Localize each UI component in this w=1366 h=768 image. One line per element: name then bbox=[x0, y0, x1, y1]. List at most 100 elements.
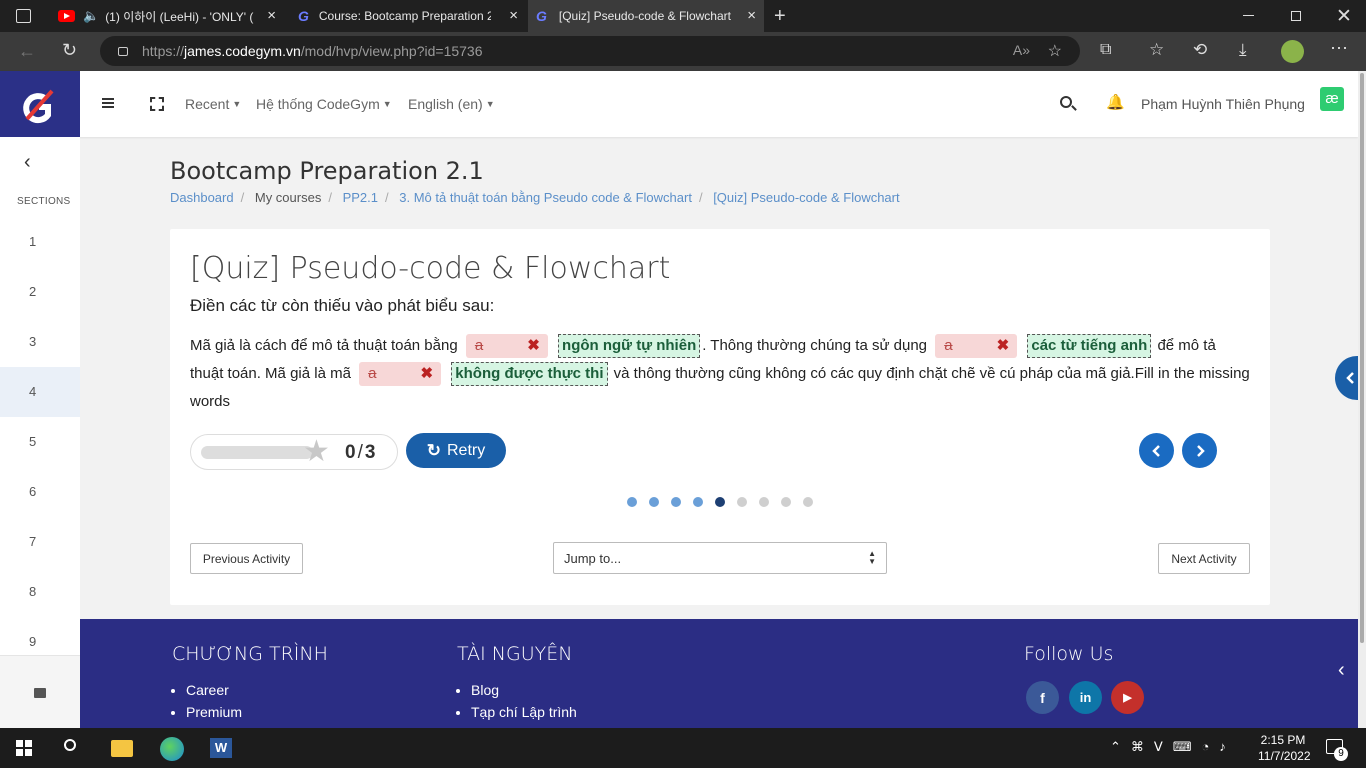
scrollbar[interactable] bbox=[1358, 71, 1366, 728]
footer-link[interactable]: Premium bbox=[186, 701, 242, 723]
fullscreen-icon[interactable] bbox=[150, 97, 164, 111]
read-aloud-icon[interactable]: A» bbox=[1013, 42, 1030, 58]
slide-dot[interactable] bbox=[737, 497, 747, 507]
slide-dot[interactable] bbox=[803, 497, 813, 507]
youtube-icon bbox=[58, 10, 75, 22]
wrong-answer-blank[interactable]: a ✖ bbox=[359, 362, 442, 387]
retry-button[interactable]: ↻ Retry bbox=[406, 433, 506, 468]
nav-language[interactable]: English (en) ▼ bbox=[408, 71, 495, 137]
breadcrumb-section[interactable]: 3. Mô tả thuật toán bằng Pseudo code & F… bbox=[399, 190, 692, 205]
collapse-sidebar-icon[interactable]: ‹ bbox=[24, 151, 31, 174]
edge-browser-icon[interactable] bbox=[160, 737, 184, 761]
codegym-logo[interactable] bbox=[0, 71, 80, 137]
close-window-icon[interactable]: ✕ bbox=[1336, 5, 1352, 28]
hamburger-icon[interactable] bbox=[102, 98, 114, 108]
footer-link[interactable]: Blog bbox=[471, 679, 577, 701]
search-icon[interactable] bbox=[1060, 96, 1077, 111]
history-icon[interactable]: ⟲ bbox=[1193, 40, 1207, 60]
search-icon[interactable] bbox=[64, 739, 76, 751]
slide-dot[interactable] bbox=[649, 497, 659, 507]
wrong-answer-blank[interactable]: a ✖ bbox=[465, 334, 548, 359]
notification-bell-icon[interactable]: 🔔 bbox=[1106, 93, 1125, 111]
user-name[interactable]: Phạm Huỳnh Thiên Phụng bbox=[1141, 71, 1305, 137]
profile-avatar[interactable] bbox=[1281, 40, 1304, 63]
score-progress-track bbox=[201, 446, 313, 459]
more-icon[interactable]: ⋯ bbox=[1330, 38, 1348, 59]
tab-actions-icon[interactable] bbox=[16, 9, 31, 23]
footer-programs-title: CHƯƠNG TRÌNH bbox=[172, 643, 328, 665]
slide-dot[interactable] bbox=[627, 497, 637, 507]
footer-drawer-toggle-icon[interactable]: ‹ bbox=[1338, 659, 1345, 682]
clock[interactable]: 2:15 PM 11/7/2022 bbox=[1258, 732, 1311, 764]
section-item[interactable]: 1 bbox=[0, 217, 80, 267]
slide-dot[interactable] bbox=[781, 497, 791, 507]
site-footer: CHƯƠNG TRÌNH Career Premium TÀI NGUYÊN B… bbox=[80, 619, 1360, 728]
lock-icon bbox=[118, 46, 128, 56]
favorite-icon[interactable]: ☆ bbox=[1048, 41, 1062, 61]
section-item[interactable]: 8 bbox=[0, 567, 80, 617]
footer-link[interactable]: Tạp chí Lập trình bbox=[471, 701, 577, 723]
archive-icon[interactable] bbox=[0, 655, 80, 728]
refresh-icon[interactable]: ↻ bbox=[62, 40, 77, 61]
section-item[interactable]: 2 bbox=[0, 267, 80, 317]
browser-tab-youtube[interactable]: 🔈 (1) 이하이 (LeeHi) - 'ONLY' ( × bbox=[46, 0, 284, 32]
section-item[interactable]: 7 bbox=[0, 517, 80, 567]
wrong-cross-icon: ✖ bbox=[420, 365, 434, 383]
youtube-icon[interactable]: ▶ bbox=[1111, 681, 1144, 714]
breadcrumb-activity[interactable]: [Quiz] Pseudo-code & Flowchart bbox=[713, 190, 899, 205]
next-slide-button[interactable] bbox=[1182, 433, 1217, 468]
breadcrumb-course[interactable]: PP2.1 bbox=[343, 190, 378, 205]
select-arrows-icon: ▲ ▼ bbox=[868, 549, 876, 566]
jump-to-select[interactable]: Jump to... ▲ ▼ bbox=[553, 542, 887, 574]
slide-dot-current[interactable] bbox=[715, 497, 725, 507]
linkedin-icon[interactable]: in bbox=[1069, 681, 1102, 714]
tab-title: (1) 이하이 (LeeHi) - 'ONLY' ( bbox=[105, 9, 254, 24]
close-tab-icon[interactable]: × bbox=[267, 8, 276, 24]
favorites-icon[interactable]: ☆ bbox=[1149, 40, 1164, 60]
wrong-answer-blank[interactable]: a ✖ bbox=[935, 334, 1018, 359]
score-text: 0/3 bbox=[345, 442, 375, 464]
extensions-icon[interactable]: ⧉ bbox=[1100, 41, 1111, 59]
correct-answer: ngôn ngữ tự nhiên bbox=[558, 334, 701, 359]
breadcrumb-my-courses: My courses bbox=[254, 190, 322, 205]
download-icon[interactable]: ⤓ bbox=[1239, 40, 1247, 60]
close-tab-icon[interactable]: × bbox=[509, 8, 518, 24]
nav-recent[interactable]: Recent ▼ bbox=[185, 71, 241, 137]
nav-codegym-system[interactable]: Hệ thống CodeGym ▼ bbox=[256, 71, 392, 137]
previous-activity-button[interactable]: Previous Activity bbox=[190, 543, 303, 574]
close-tab-icon[interactable]: × bbox=[747, 8, 756, 24]
facebook-icon[interactable]: f bbox=[1026, 681, 1059, 714]
previous-slide-button[interactable] bbox=[1139, 433, 1174, 468]
file-explorer-icon[interactable] bbox=[111, 740, 133, 757]
minimize-icon[interactable] bbox=[1243, 15, 1254, 16]
windows-start-icon[interactable] bbox=[16, 740, 32, 756]
footer-link[interactable]: Career bbox=[186, 679, 242, 701]
windows-taskbar: W ⌃⌘Ⅴ⌨◔♪ 2:15 PM 11/7/2022 9 bbox=[0, 728, 1366, 768]
word-icon[interactable]: W bbox=[210, 738, 232, 758]
address-bar[interactable]: https://james.codegym.vn/mod/hvp/view.ph… bbox=[100, 36, 1080, 66]
slide-dot[interactable] bbox=[671, 497, 681, 507]
section-item[interactable]: 5 bbox=[0, 417, 80, 467]
sections-sidebar: ‹ SECTIONS 1 2 3 4 5 6 7 8 9 bbox=[0, 137, 80, 728]
notification-count-badge: 9 bbox=[1334, 747, 1348, 761]
section-item[interactable]: 6 bbox=[0, 467, 80, 517]
quiz-text-segment: . Thông thường chúng ta sử dụng bbox=[702, 337, 928, 354]
browser-tab-course[interactable]: G Course: Bootcamp Preparation 2. × bbox=[288, 0, 526, 32]
retry-icon: ↻ bbox=[426, 440, 441, 460]
slide-dot[interactable] bbox=[759, 497, 769, 507]
tray-icons[interactable]: ⌃⌘Ⅴ⌨◔♪ bbox=[1110, 739, 1236, 755]
user-avatar[interactable]: æ bbox=[1320, 87, 1344, 111]
caret-down-icon: ▼ bbox=[485, 99, 495, 109]
browser-tab-quiz[interactable]: G [Quiz] Pseudo-code & Flowchart × bbox=[528, 0, 764, 32]
speaker-icon[interactable]: 🔈 bbox=[83, 8, 99, 24]
back-icon[interactable]: ← bbox=[18, 41, 36, 62]
next-activity-button[interactable]: Next Activity bbox=[1158, 543, 1250, 574]
breadcrumb-dashboard[interactable]: Dashboard bbox=[170, 190, 234, 205]
chevron-left-icon bbox=[1345, 372, 1354, 384]
quiz-instruction: Điền các từ còn thiếu vào phát biểu sau: bbox=[190, 296, 495, 315]
slide-dot[interactable] bbox=[693, 497, 703, 507]
section-item[interactable]: 3 bbox=[0, 317, 80, 367]
new-tab-icon[interactable]: + bbox=[774, 5, 786, 28]
section-item-current[interactable]: 4 bbox=[0, 367, 80, 417]
restore-icon[interactable] bbox=[1291, 11, 1301, 21]
